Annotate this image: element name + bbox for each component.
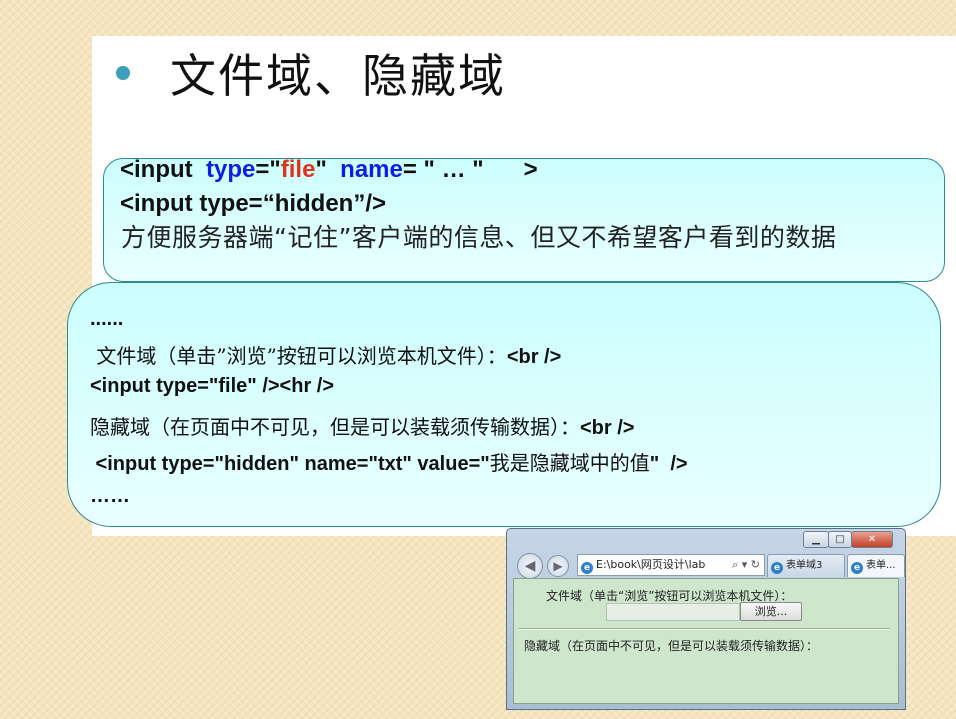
tab-form-field-3[interactable]: e 表单域3 [767,554,845,577]
code-hidden-label-text: 隐藏域（在页面中不可见，但是可以装载须传输数据）： [90,415,580,439]
browser-window: ▁ □ ✕ ◀ ▶ e E:\book\网页设计\lab ⌕ ▾ ↻ e 表单域3 … [506,528,906,710]
file-path-input[interactable] [606,603,740,621]
code-line-ellipsis-start: ...... [90,308,124,330]
bullet-icon [116,66,130,80]
hidden-input-syntax-line: <input type=“hidden”/> [120,190,387,217]
syntax-tag-open: <input [120,156,206,183]
ie-tab-icon: e [771,562,783,574]
hidden-field-label: 隐藏域（在页面中不可见，但是可以装载须传输数据）： [524,639,819,653]
code-hidden-input-start: <input type="hidden" name="txt" value=" [90,453,490,475]
code-line-file-label: 文件域（单击”浏览”按钮可以浏览本机文件）：<br /> [90,340,561,369]
back-arrow-icon: ◀ [524,558,536,574]
back-button[interactable]: ◀ [517,553,543,579]
code-line-hidden-input: <input type="hidden" name="txt" value="我… [90,447,688,476]
search-refresh-icons[interactable]: ⌕ ▾ ↻ [732,555,760,575]
ie-tab-icon: e [851,562,863,574]
maximize-button[interactable]: □ [828,531,852,548]
hidden-field-description: 方便服务器端“记住”客户端的信息、但又不希望客户看到的数据 [121,223,837,252]
code-line-ellipsis-end: …… [90,485,130,507]
page-content-area: 文件域（单击“浏览”按钮可以浏览本机文件）： 浏览... 隐藏域（在页面中不可见… [513,578,899,704]
forward-button[interactable]: ▶ [547,555,569,577]
horizontal-rule [518,628,890,630]
code-hidden-value-text: 我是隐藏域中的值 [489,451,650,475]
code-br-tag: <br /> [506,346,562,368]
tab-label: 表单... [866,560,896,571]
code-file-label-text: 文件域（单击”浏览”按钮可以浏览本机文件）： [90,344,507,368]
ie-page-icon: e [581,562,593,574]
code-example-box [67,282,941,527]
syntax-tail: = " … " > [402,156,538,183]
tab-label: 表单域3 [786,560,823,571]
code-hidden-input-end: " /> [649,453,688,475]
forward-arrow-icon: ▶ [553,559,563,573]
code-line-hidden-label: 隐藏域（在页面中不可见，但是可以装载须传输数据）：<br /> [90,411,634,440]
code-line-file-input: <input type="file" /><hr /> [90,375,335,397]
minimize-button[interactable]: ▁ [803,531,829,548]
close-button[interactable]: ✕ [851,531,893,548]
syntax-equals: =" [255,156,281,183]
code-br-tag: <br /> [580,417,635,439]
file-input-syntax-line: <input type="file" name= " … " > [120,156,538,184]
tab-form-active[interactable]: e 表单... [847,554,905,577]
address-bar[interactable]: e E:\book\网页设计\lab ⌕ ▾ ↻ [577,554,765,576]
address-text: E:\book\网页设计\lab [596,558,706,571]
syntax-quote: " [315,156,341,183]
slide-title: 文件域、隐藏域 [170,49,506,103]
syntax-attr-name: name [340,156,403,183]
syntax-attr-type: type [206,156,256,183]
browse-button[interactable]: 浏览... [740,602,802,621]
syntax-value-file: file [280,156,316,183]
